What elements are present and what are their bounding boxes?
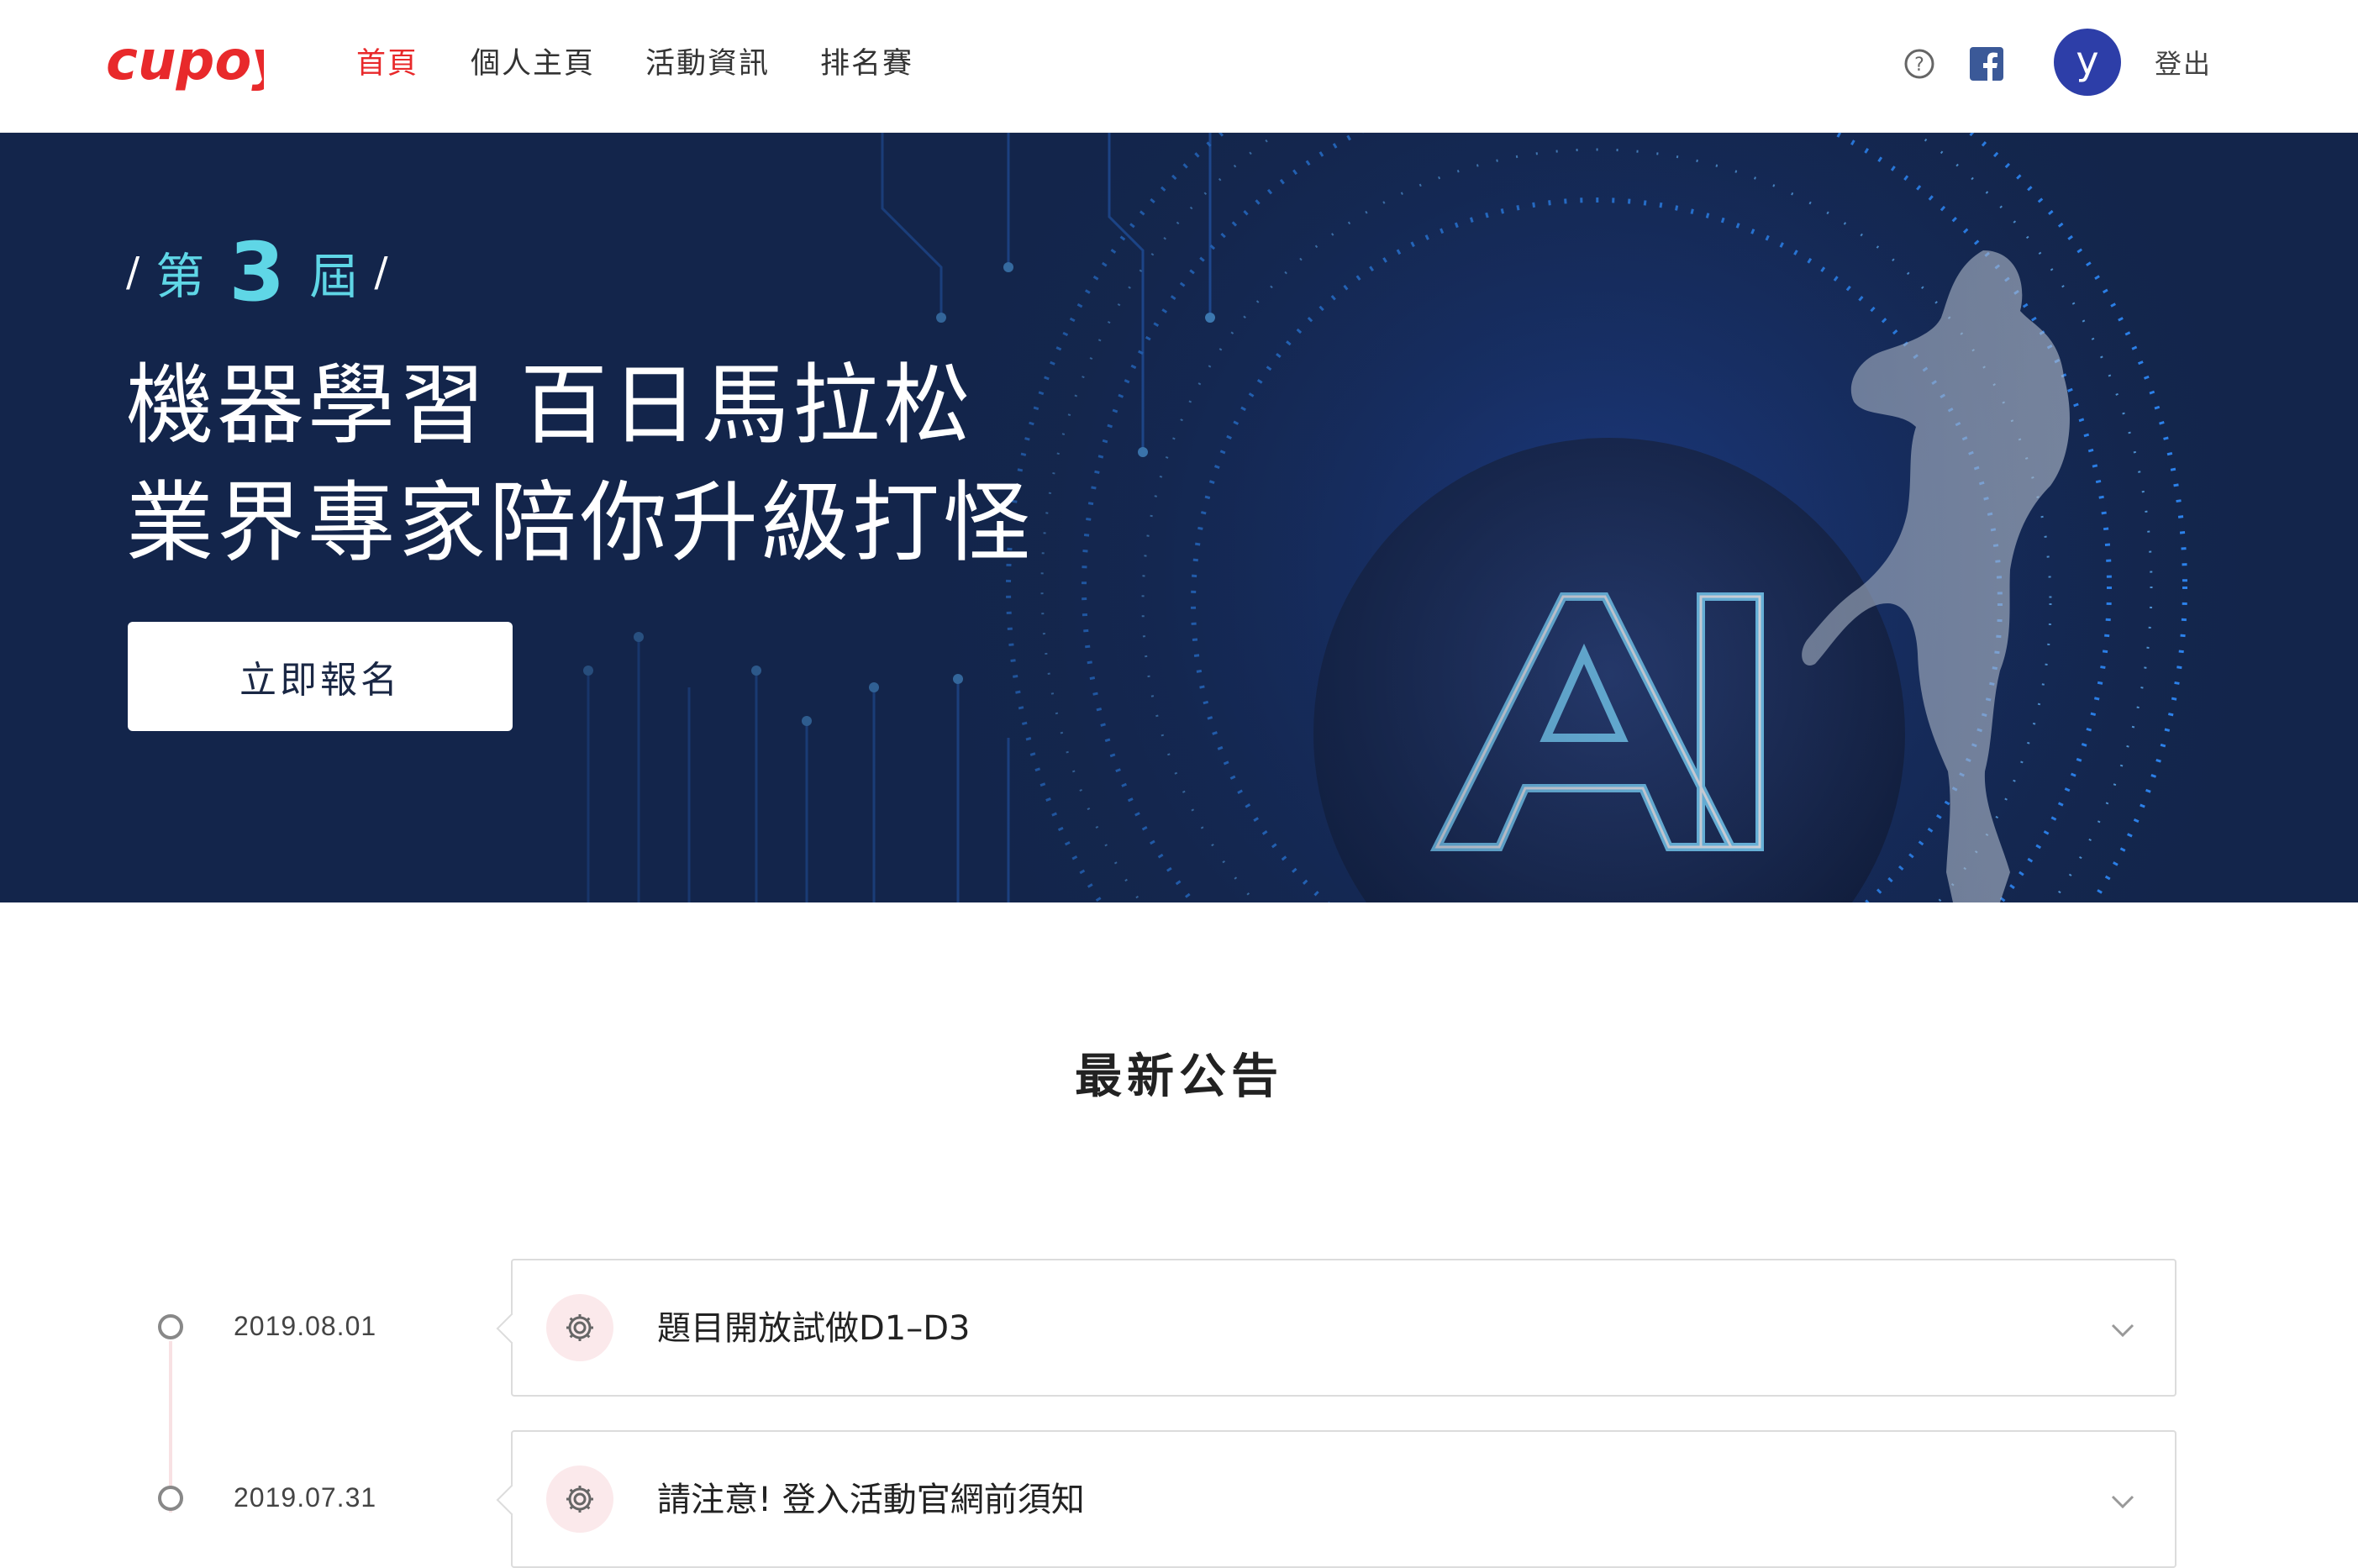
gear-icon bbox=[566, 1314, 593, 1341]
hero-headline-line2: 業界專家陪你升級打怪 bbox=[126, 471, 1034, 574]
edition-suffix: 屆 bbox=[309, 248, 359, 305]
edition-prefix: 第 bbox=[155, 248, 205, 305]
timeline-dot bbox=[158, 1486, 183, 1511]
gear-icon bbox=[566, 1486, 593, 1513]
nav-events-link[interactable]: 活動資訊 bbox=[645, 45, 770, 82]
timeline-dot bbox=[158, 1314, 183, 1339]
announcement-date: 2019.08.01 bbox=[234, 1311, 377, 1341]
edition-label: / 第 3 屆 / bbox=[126, 225, 388, 319]
cupoy-logo[interactable]: cupoy bbox=[106, 30, 264, 97]
logout-link[interactable]: 登出 bbox=[2155, 47, 2212, 81]
chevron-down-icon[interactable] bbox=[2108, 1486, 2138, 1516]
chevron-down-icon[interactable] bbox=[2108, 1314, 2138, 1344]
help-question-icon[interactable]: ? bbox=[1903, 47, 1936, 81]
nav-home-link[interactable]: 首頁 bbox=[356, 45, 418, 82]
register-now-button[interactable]: 立即報名 bbox=[128, 622, 513, 731]
facebook-icon[interactable] bbox=[1970, 47, 2003, 81]
announcement-title: 題目開放試做D1–D3 bbox=[657, 1309, 971, 1348]
announcement-card[interactable]: 請注意! 登入活動官網前須知 bbox=[511, 1430, 2176, 1568]
card-icon-badge bbox=[546, 1465, 613, 1533]
nav-profile-link[interactable]: 個人主頁 bbox=[471, 45, 595, 82]
hero-headline: 機器學習 百日馬拉松 業界專家陪你升級打怪 bbox=[126, 346, 1034, 581]
announcement-title: 請注意! 登入活動官網前須知 bbox=[657, 1481, 1085, 1519]
hero-headline-line1: 機器學習 百日馬拉松 bbox=[126, 354, 975, 456]
hero-banner: AI / 第 3 屆 / 機器學習 百日馬拉松 業界專家陪你升級打怪 立即報名 bbox=[0, 133, 2358, 902]
card-icon-badge bbox=[546, 1294, 613, 1361]
svg-text:?: ? bbox=[1914, 55, 1924, 76]
top-navbar: cupoy 首頁 個人主頁 活動資訊 排名賽 ? y 登出 bbox=[0, 0, 2358, 133]
announcements-title: 最新公告 bbox=[1075, 1050, 1283, 1104]
user-avatar[interactable]: y bbox=[2054, 29, 2121, 96]
nav-ranking-link[interactable]: 排名賽 bbox=[820, 45, 913, 82]
edition-slash-right: / bbox=[374, 249, 388, 296]
edition-number: 3 bbox=[229, 225, 286, 319]
svg-text:cupoy: cupoy bbox=[106, 30, 264, 92]
announcement-date: 2019.07.31 bbox=[234, 1482, 377, 1513]
edition-slash-left: / bbox=[126, 249, 140, 296]
announcement-card[interactable]: 題目開放試做D1–D3 bbox=[511, 1259, 2176, 1397]
